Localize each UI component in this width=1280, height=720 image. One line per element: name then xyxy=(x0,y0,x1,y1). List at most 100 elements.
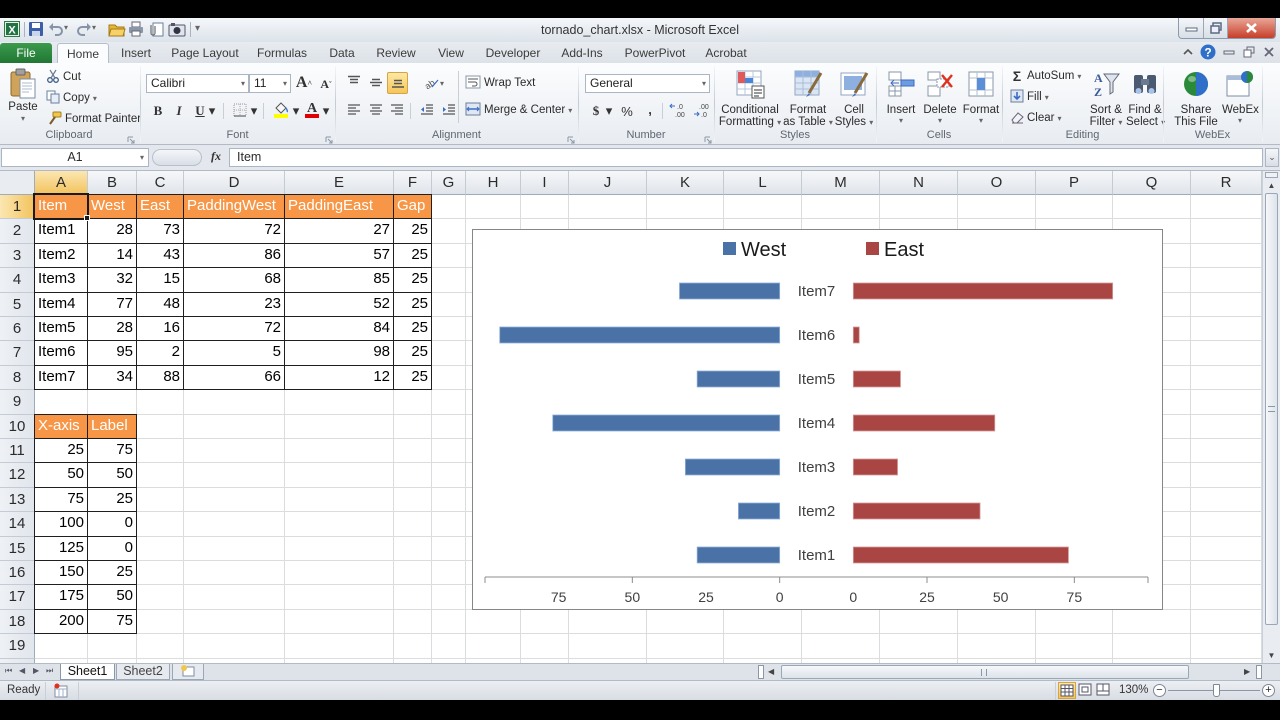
merge-center-button[interactable]: Merge & Center ▾ xyxy=(465,101,572,119)
cell-E4[interactable]: 85 xyxy=(284,267,394,293)
bar-west-item3[interactable] xyxy=(684,458,781,476)
webex-button[interactable]: WebEx ▾ xyxy=(1222,65,1259,127)
zoom-slider-thumb[interactable] xyxy=(1213,684,1220,697)
column-header-L[interactable]: L xyxy=(724,171,802,195)
select-all-corner[interactable] xyxy=(0,171,35,195)
cut-button[interactable]: Cut xyxy=(46,68,81,86)
row-header-2[interactable]: 2 xyxy=(0,219,35,244)
row-header-5[interactable]: 5 xyxy=(0,292,35,317)
bar-west-item6[interactable] xyxy=(499,326,781,344)
scroll-down-arrow-icon[interactable]: ▼ xyxy=(1265,651,1278,662)
cell-A16[interactable]: 150 xyxy=(34,560,88,586)
dialog-launcher-icon[interactable] xyxy=(567,131,575,144)
formula-entry-buttons[interactable] xyxy=(152,149,202,166)
help-icon[interactable]: ? xyxy=(1200,44,1216,60)
cell-A12[interactable]: 50 xyxy=(34,462,88,488)
horizontal-scrollbar-thumb[interactable] xyxy=(781,665,1189,679)
wrap-text-button[interactable]: Wrap Text xyxy=(465,74,535,92)
cell-B5[interactable]: 77 xyxy=(87,291,137,317)
percent-button[interactable]: % xyxy=(617,101,637,121)
row-header-16[interactable]: 16 xyxy=(0,561,35,586)
row-header-4[interactable]: 4 xyxy=(0,268,35,293)
column-header-F[interactable]: F xyxy=(394,171,432,195)
cell-E5[interactable]: 52 xyxy=(284,291,394,317)
name-box[interactable]: A1 ▾ xyxy=(1,148,149,167)
workbook-restore-icon[interactable] xyxy=(1242,45,1256,59)
cell-F5[interactable]: 25 xyxy=(393,291,432,317)
row-header-9[interactable]: 9 xyxy=(0,390,35,415)
cell-A6[interactable]: Item5 xyxy=(34,316,88,342)
bottom-align-button[interactable] xyxy=(387,72,408,94)
sheet-tab-sheet2[interactable]: Sheet2 xyxy=(116,664,170,680)
decrease-decimal-button[interactable]: .00.0 xyxy=(692,101,714,121)
normal-view-button[interactable] xyxy=(1058,682,1076,699)
align-left-button[interactable] xyxy=(344,101,364,121)
column-header-P[interactable]: P xyxy=(1036,171,1113,195)
cell-B15[interactable]: 0 xyxy=(87,535,137,561)
underline-dropdown-icon[interactable]: ▾ xyxy=(207,101,217,121)
cell-D8[interactable]: 66 xyxy=(183,364,285,391)
tab-acrobat[interactable]: Acrobat xyxy=(698,43,754,64)
bar-east-item7[interactable] xyxy=(852,282,1114,300)
font-name-combo[interactable]: Calibri ▾ xyxy=(146,74,249,93)
row-header-18[interactable]: 18 xyxy=(0,609,35,635)
cell-styles-button[interactable]: Cell Styles ▾ xyxy=(834,65,874,128)
sheet-tab-sheet1[interactable]: Sheet1 xyxy=(60,664,115,680)
bar-west-item4[interactable] xyxy=(552,414,781,432)
cell-D1[interactable]: PaddingWest xyxy=(183,194,285,220)
cell-B8[interactable]: 34 xyxy=(87,364,137,391)
close-button[interactable] xyxy=(1228,18,1275,38)
delete-cells-button[interactable]: Delete ▾ xyxy=(921,65,959,127)
last-sheet-icon[interactable]: ⏭ xyxy=(46,666,58,678)
cell-B18[interactable]: 75 xyxy=(87,608,137,635)
cell-E2[interactable]: 27 xyxy=(284,218,394,244)
share-this-file-button[interactable]: Share This File xyxy=(1170,65,1222,128)
tab-page-layout[interactable]: Page Layout xyxy=(168,43,242,64)
insert-function-button[interactable]: fx xyxy=(211,149,227,166)
cell-A5[interactable]: Item4 xyxy=(34,291,88,317)
tab-split-handle[interactable] xyxy=(758,665,764,679)
cell-B1[interactable]: West xyxy=(87,194,137,220)
sort-filter-button[interactable]: AZ Sort & Filter ▾ xyxy=(1086,65,1126,128)
page-break-view-button[interactable] xyxy=(1095,682,1113,699)
number-format-combo[interactable]: General ▾ xyxy=(585,74,710,93)
cell-B4[interactable]: 32 xyxy=(87,267,137,293)
restore-button[interactable] xyxy=(1204,18,1228,38)
insert-cells-button[interactable]: Insert ▾ xyxy=(882,65,920,127)
cell-D2[interactable]: 72 xyxy=(183,218,285,244)
tornado-chart[interactable]: West East Item1 Item2 Item3 Item4 Item5 Item6 It… xyxy=(472,229,1163,610)
borders-dropdown-icon[interactable]: ▾ xyxy=(249,101,259,121)
cell-F1[interactable]: Gap xyxy=(393,194,432,220)
top-align-button[interactable] xyxy=(344,73,364,93)
column-header-D[interactable]: D xyxy=(184,171,285,195)
row-header-12[interactable]: 12 xyxy=(0,463,35,488)
column-header-G[interactable]: G xyxy=(432,171,466,195)
currency-dropdown-icon[interactable]: ▾ xyxy=(604,101,614,121)
cell-E7[interactable]: 98 xyxy=(284,340,394,366)
align-right-button[interactable] xyxy=(387,101,407,121)
row-header-19[interactable]: 19 xyxy=(0,634,35,659)
column-header-A[interactable]: A xyxy=(35,171,88,195)
workbook-close-icon[interactable] xyxy=(1262,45,1276,59)
cell-B3[interactable]: 14 xyxy=(87,242,137,269)
format-as-table-button[interactable]: Format as Table ▾ xyxy=(783,65,833,128)
fill-color-button[interactable] xyxy=(271,100,291,120)
bar-east-item6[interactable] xyxy=(852,326,860,344)
cell-D6[interactable]: 72 xyxy=(183,316,285,342)
cell-C1[interactable]: East xyxy=(136,194,184,220)
page-layout-view-button[interactable] xyxy=(1077,682,1095,699)
bar-west-item7[interactable] xyxy=(679,282,781,300)
borders-button[interactable] xyxy=(230,101,250,121)
paste-button[interactable]: Paste ▾ xyxy=(4,65,42,127)
column-header-O[interactable]: O xyxy=(958,171,1036,195)
cell-B12[interactable]: 50 xyxy=(87,462,137,488)
tab-powerpivot[interactable]: PowerPivot xyxy=(618,43,692,64)
cell-C2[interactable]: 73 xyxy=(136,218,184,244)
cell-B7[interactable]: 95 xyxy=(87,340,137,366)
cell-C8[interactable]: 88 xyxy=(136,364,184,391)
bar-west-item2[interactable] xyxy=(738,502,781,520)
cell-E6[interactable]: 84 xyxy=(284,316,394,342)
tab-insert[interactable]: Insert xyxy=(112,43,160,64)
bar-west-item1[interactable] xyxy=(696,546,781,564)
cell-B13[interactable]: 25 xyxy=(87,486,137,513)
